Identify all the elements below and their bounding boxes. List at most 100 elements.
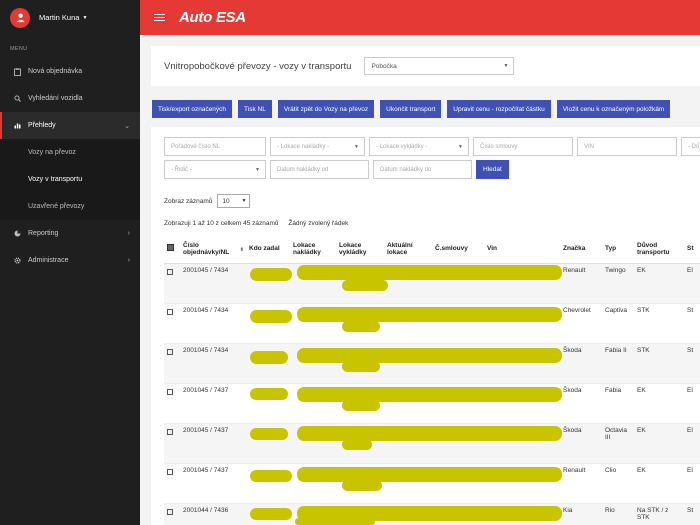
- redaction: [342, 480, 382, 491]
- cell-order: 2001045 / 7434: [180, 303, 246, 344]
- end-transport-button[interactable]: Ukončit transport: [380, 100, 442, 118]
- cell-reason: EK: [634, 263, 684, 304]
- redaction: [342, 400, 380, 411]
- cell-type: Fabia II: [602, 343, 634, 384]
- user-name: Martin Kuna: [39, 13, 80, 22]
- cell-brand: Škoda: [560, 423, 602, 464]
- menu-title: MENU: [10, 46, 28, 52]
- cell-type: Octavia III: [602, 423, 634, 464]
- page-length-value: 10: [222, 197, 230, 205]
- caret-down-icon: ▼: [82, 14, 88, 21]
- column-vin[interactable]: Vin: [484, 235, 560, 264]
- vin-input[interactable]: VIN: [577, 137, 677, 156]
- column-who[interactable]: Kdo zadal: [246, 235, 290, 264]
- selection-info: Žádný zvolený řádek: [288, 220, 349, 227]
- cell-brand: Škoda: [560, 343, 602, 384]
- user-menu[interactable]: Martin Kuna ▼: [0, 0, 140, 35]
- cell-brand: Škoda: [560, 383, 602, 424]
- sidebar-item-vehicle-search[interactable]: Vyhledání vozidla: [0, 85, 140, 112]
- redaction: [250, 268, 292, 281]
- cell-brand: Renault: [560, 263, 602, 304]
- sidebar-item-administration[interactable]: Administrace ›: [0, 247, 140, 274]
- cell-order: 2001045 / 7437: [180, 423, 246, 464]
- cell-last: El: [684, 263, 700, 304]
- sidebar-item-new-order[interactable]: Nová objednávka: [0, 58, 140, 85]
- select-all-column[interactable]: [164, 235, 180, 264]
- row-checkbox[interactable]: [167, 428, 173, 435]
- cell-type: Rio: [602, 503, 634, 525]
- column-brand[interactable]: Značka: [560, 235, 602, 264]
- cell-order: 2001044 / 7436: [180, 503, 246, 525]
- unload-location-value: - Lokace vykládky -: [376, 143, 428, 150]
- cell-brand: Renault: [560, 463, 602, 504]
- logo[interactable]: Auto ESA: [179, 9, 246, 26]
- redaction: [250, 508, 292, 520]
- cell-last: St: [684, 303, 700, 344]
- column-last[interactable]: St: [684, 235, 700, 264]
- redaction: [297, 467, 562, 482]
- column-current[interactable]: Aktuální lokace: [384, 235, 432, 264]
- clipboard-icon: [12, 67, 22, 76]
- unload-location-select[interactable]: - Lokace vykládky - ▼: [369, 137, 469, 156]
- redaction: [295, 518, 375, 525]
- print-export-selected-button[interactable]: Tisk/export označených: [152, 100, 233, 118]
- order-number-input[interactable]: Pořadové číslo NL: [164, 137, 266, 156]
- select-all-icon[interactable]: [167, 244, 174, 252]
- insert-price-button[interactable]: Vložit cenu k označeným položkám: [556, 100, 671, 118]
- row-checkbox[interactable]: [167, 388, 173, 395]
- column-reason[interactable]: Důvod transportu: [634, 235, 684, 264]
- load-location-select[interactable]: - Lokace nakládky - ▼: [270, 137, 365, 156]
- hamburger-menu-icon[interactable]: [154, 12, 165, 23]
- column-type[interactable]: Typ: [602, 235, 634, 264]
- sidebar-item-label: Vyhledání vozidla: [28, 95, 83, 102]
- column-load[interactable]: Lokace nakládky: [290, 235, 336, 264]
- user-icon: [15, 13, 25, 23]
- print-nl-button[interactable]: Tisk NL: [238, 100, 272, 118]
- sidebar-subitem-in-transport[interactable]: Vozy v transportu: [0, 166, 140, 193]
- cell-reason: Na STK / z STK: [634, 503, 684, 525]
- return-to-transfer-button[interactable]: Vrátit zpět do Vozy na převoz: [277, 100, 375, 118]
- redaction: [250, 470, 292, 482]
- row-checkbox[interactable]: [167, 308, 173, 315]
- caret-down-icon: ▼: [354, 143, 359, 150]
- top-bar: Auto ESA: [140, 0, 700, 35]
- page-length-select[interactable]: 10 ▼: [217, 194, 251, 208]
- results-card: Pořadové číslo NL - Lokace nakládky - ▼ -…: [151, 127, 700, 525]
- redaction: [250, 310, 292, 323]
- sidebar-item-reporting[interactable]: Reporting ›: [0, 220, 140, 247]
- column-unload[interactable]: Lokace vykládky: [336, 235, 384, 264]
- row-checkbox[interactable]: [167, 468, 173, 475]
- row-checkbox[interactable]: [167, 348, 173, 355]
- redaction: [297, 265, 562, 280]
- cell-last: St: [684, 343, 700, 384]
- column-label: Lokace vykládky: [339, 241, 367, 256]
- driver-select[interactable]: - Řidič - ▼: [164, 160, 266, 179]
- column-label: Č.smlouvy: [435, 245, 468, 253]
- page-title: Vnitropobočkové převozy - vozy v transpo…: [164, 60, 352, 72]
- chevron-down-icon: ⌄: [124, 122, 130, 130]
- chevron-right-icon: ›: [127, 257, 130, 264]
- reason-select[interactable]: - Dů: [681, 137, 700, 156]
- cell-order: 2001045 / 7437: [180, 383, 246, 424]
- cell-type: Clio: [602, 463, 634, 504]
- sidebar-subitem-closed[interactable]: Uzavřené převozy: [0, 193, 140, 220]
- page-length-label: Zobraz záznamů: [164, 197, 213, 205]
- date-to-input[interactable]: Datum nakládky do: [373, 160, 472, 179]
- column-order[interactable]: Číslo objednávky/NL ⬍: [180, 235, 246, 264]
- edit-price-button[interactable]: Upravit cenu - rozpočítat částku: [447, 100, 551, 118]
- row-checkbox[interactable]: [167, 268, 173, 275]
- row-checkbox[interactable]: [167, 508, 173, 515]
- cell-type: Twingo: [602, 263, 634, 304]
- search-button[interactable]: Hledat: [476, 160, 509, 179]
- contract-number-input[interactable]: Číslo smlouvy: [473, 137, 573, 156]
- redaction: [342, 321, 380, 332]
- date-from-input[interactable]: Datum nakládky od: [270, 160, 369, 179]
- cell-reason: EK: [634, 383, 684, 424]
- main-content: Vnitropobočkové převozy - vozy v transpo…: [140, 35, 700, 525]
- column-contract[interactable]: Č.smlouvy: [432, 235, 484, 264]
- sidebar-item-overviews[interactable]: Přehledy ⌄: [0, 112, 140, 139]
- cell-type: Captiva: [602, 303, 634, 344]
- sidebar-subitem-to-transfer[interactable]: Vozy na převoz: [0, 139, 140, 166]
- sort-icon: ⬍: [239, 247, 244, 253]
- branch-select[interactable]: Pobočka ▼: [364, 57, 515, 75]
